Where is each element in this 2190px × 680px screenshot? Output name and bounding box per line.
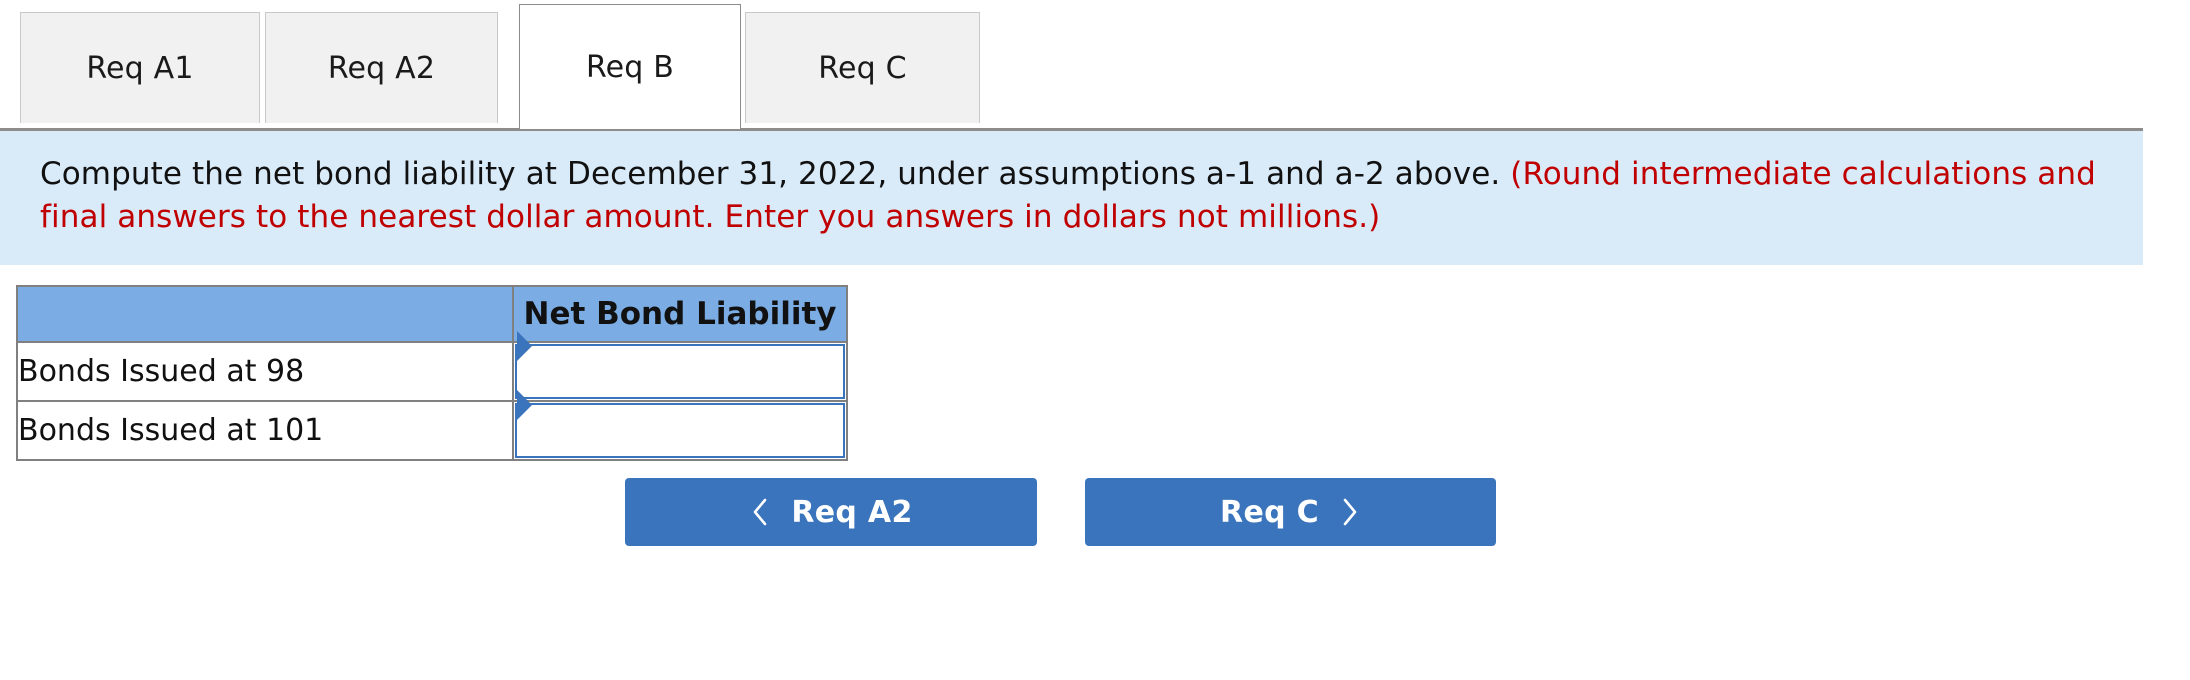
tab-req-a1[interactable]: Req A1 [20, 12, 260, 123]
row-label-bonds-issued-at-98: Bonds Issued at 98 [16, 341, 514, 402]
row-input-cell-bonds-issued-at-101[interactable] [512, 390, 848, 461]
tab-req-b[interactable]: Req B [519, 4, 741, 129]
tab-strip-divider [0, 128, 2143, 131]
input-border [515, 390, 845, 458]
tab-req-c[interactable]: Req C [745, 12, 980, 123]
net-bond-liability-input-101[interactable] [533, 405, 839, 456]
prev-req-a2-button[interactable]: Req A2 [625, 478, 1037, 546]
chevron-right-icon [1339, 495, 1361, 529]
next-button-label: Req C [1220, 494, 1319, 530]
instruction-text: Compute the net bond liability at Decemb… [40, 153, 2107, 239]
tab-strip: Req A1 Req A2 Req B Req C [0, 0, 2190, 131]
row-label-bonds-issued-at-101: Bonds Issued at 101 [16, 400, 514, 461]
header-cell-blank [16, 285, 514, 343]
table-row: Bonds Issued at 101 [16, 390, 848, 461]
tab-label: Req A1 [86, 50, 194, 86]
instruction-panel: Compute the net bond liability at Decemb… [0, 131, 2143, 265]
tab-label: Req A2 [327, 50, 436, 86]
prev-button-label: Req A2 [791, 494, 913, 530]
tab-req-a2[interactable]: Req A2 [265, 12, 498, 123]
cell-marker-triangle-icon [517, 331, 532, 361]
tab-label: Req B [585, 49, 675, 85]
table-row: Bonds Issued at 98 [16, 331, 848, 402]
header-cell-net-bond-liability: Net Bond Liability [512, 285, 848, 343]
input-border [515, 331, 845, 399]
chevron-left-icon [749, 495, 771, 529]
tab-label: Req C [818, 50, 907, 86]
row-input-cell-bonds-issued-at-98[interactable] [512, 331, 848, 402]
net-bond-liability-table: Net Bond Liability Bonds Issued at 98 Bo… [16, 285, 848, 461]
next-req-c-button[interactable]: Req C [1085, 478, 1496, 546]
net-bond-liability-input-98[interactable] [533, 346, 839, 397]
cell-marker-triangle-icon [517, 390, 532, 420]
table-header-row: Net Bond Liability [16, 285, 848, 343]
instruction-main: Compute the net bond liability at Decemb… [40, 156, 1501, 192]
